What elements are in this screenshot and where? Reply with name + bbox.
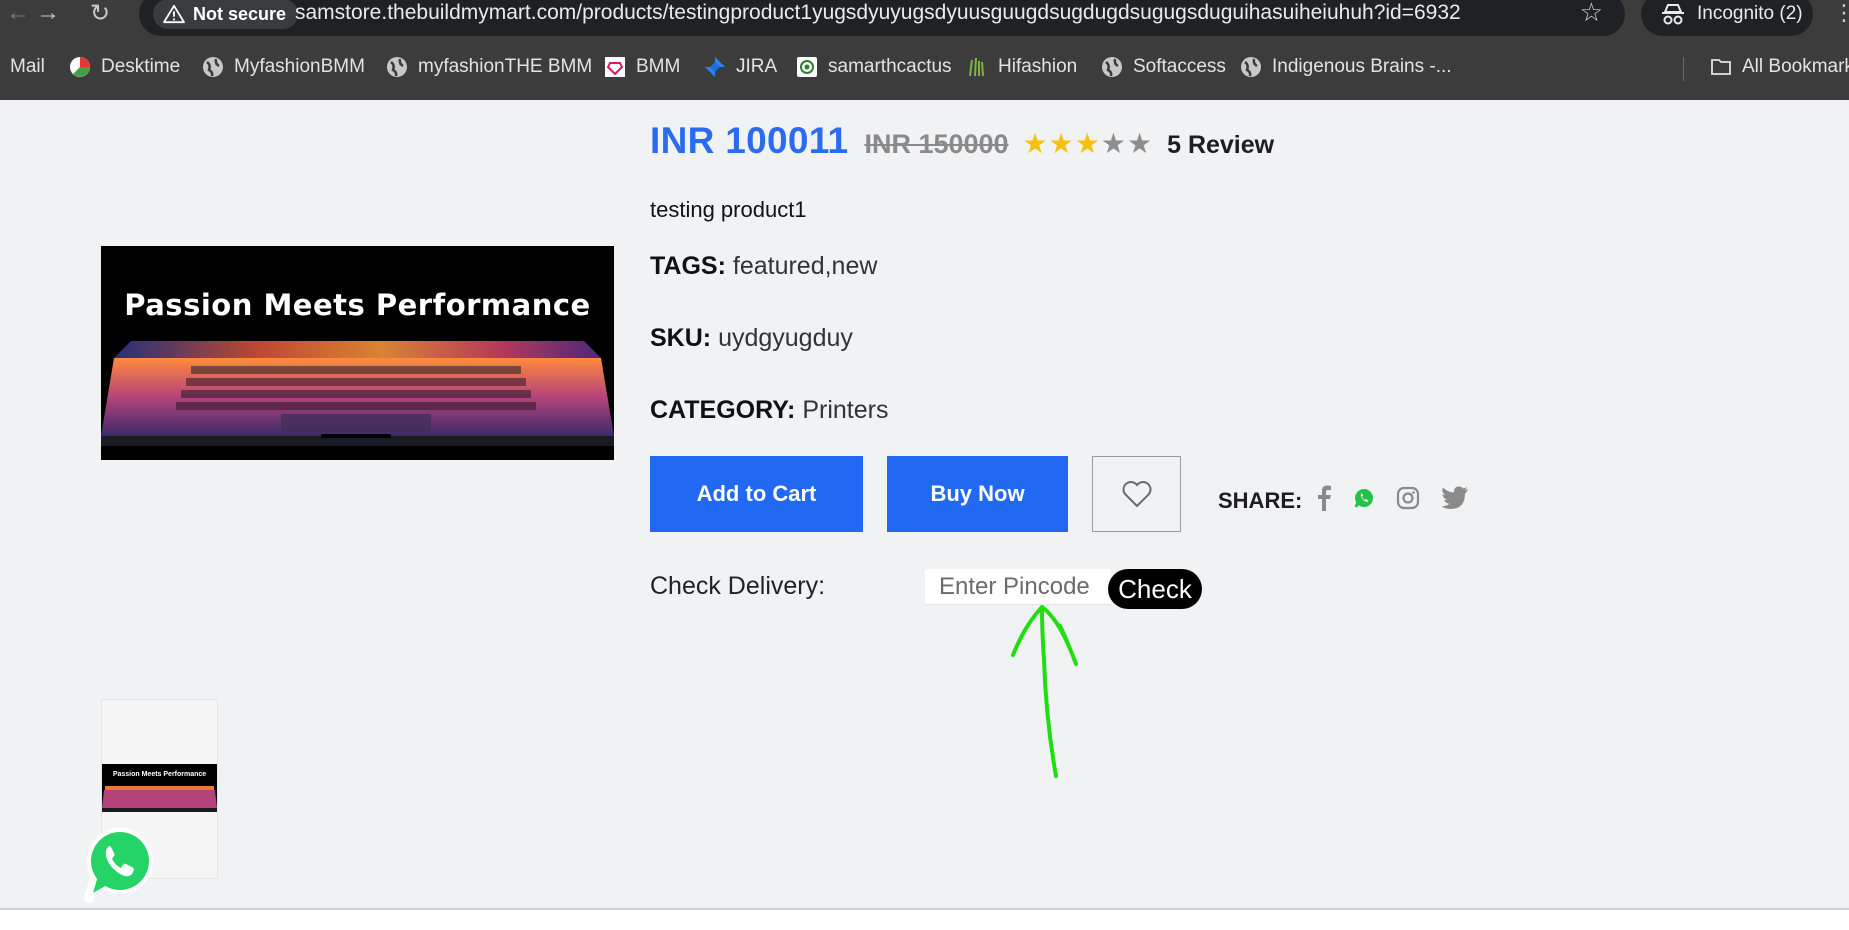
bookmark-label: JIRA: [736, 56, 778, 77]
review-count[interactable]: 5 Review: [1167, 131, 1274, 160]
check-button[interactable]: Check: [1108, 569, 1202, 609]
desktime-icon: [70, 57, 90, 77]
folder-icon: [1711, 59, 1731, 75]
globe-icon: [1102, 57, 1122, 77]
security-label: Not secure: [193, 3, 287, 24]
security-chip[interactable]: Not secure: [153, 0, 299, 29]
thumb-caption: Passion Meets Performance: [112, 771, 207, 778]
buy-now-button[interactable]: Buy Now: [887, 456, 1068, 532]
all-bookmarks[interactable]: All Bookmarks: [1710, 47, 1849, 87]
url-text[interactable]: samstore.thebuildmymart.com/products/tes…: [295, 1, 1461, 25]
incognito-icon: [1662, 4, 1684, 25]
bookmark-label: Mail: [10, 56, 45, 77]
old-price: INR 150000: [864, 129, 1009, 159]
product-page: Passion Meets Performance Passion Meets …: [0, 100, 1849, 908]
price-row: INR 100011 INR 150000 ★★★★★ 5 Review: [650, 120, 1274, 162]
bookmark-myfashion-the-bmm[interactable]: myfashionTHE BMM: [386, 47, 592, 87]
check-delivery-label: Check Delivery:: [650, 572, 826, 600]
bookmark-softaccess[interactable]: Softaccess: [1101, 47, 1226, 87]
bookmark-label: MyfashionBMM: [234, 56, 365, 77]
globe-icon: [203, 57, 223, 77]
tags-value: featured,new: [732, 252, 878, 280]
image-caption: Passion Meets Performance: [124, 288, 591, 322]
laptop-image: [101, 246, 614, 460]
star-empty-icon: ★: [1126, 128, 1154, 159]
bookmarks-bar: Mail Desktime MyfashionBMM myfashionTHE …: [0, 47, 1849, 101]
menu-icon[interactable]: ⋮: [1833, 0, 1849, 26]
bookmark-desktime[interactable]: Desktime: [69, 47, 180, 87]
category-row: CATEGORY: Printers: [650, 396, 888, 425]
bookmark-mail[interactable]: Mail: [10, 47, 45, 87]
cactus-icon: [797, 57, 817, 77]
product-main-image[interactable]: Passion Meets Performance: [101, 246, 614, 460]
incognito-chip[interactable]: Incognito (2): [1641, 0, 1813, 36]
category-value: Printers: [802, 396, 889, 424]
price: INR 100011: [650, 120, 849, 161]
star-empty-icon: ★: [1100, 128, 1127, 159]
jira-icon: [705, 57, 725, 77]
sku-label: SKU:: [650, 324, 712, 352]
share-label: SHARE:: [1218, 488, 1303, 513]
bookmark-label: Hifashion: [998, 56, 1078, 77]
bookmark-bmm[interactable]: BMM: [604, 47, 680, 87]
bookmark-label: Indigenous Brains -...: [1272, 56, 1452, 77]
bookmark-samarthcactus[interactable]: samarthcactus: [796, 47, 952, 87]
bookmark-label: myfashionTHE BMM: [418, 56, 593, 77]
bookmark-hifashion[interactable]: Hifashion: [966, 47, 1077, 87]
address-bar[interactable]: Not secure samstore.thebuildmymart.com/p…: [139, 0, 1625, 36]
reload-icon[interactable]: ↻: [82, 0, 118, 27]
bookmark-label: Softaccess: [1133, 56, 1226, 77]
star-filled-icon: ★: [1048, 128, 1075, 159]
facebook-icon[interactable]: [1310, 484, 1338, 512]
instagram-icon[interactable]: [1394, 484, 1422, 512]
whatsapp-share-icon[interactable]: [1350, 484, 1378, 512]
heart-icon: [1122, 481, 1151, 508]
globe-icon: [1241, 57, 1261, 77]
bookmark-star-icon[interactable]: ☆: [1580, 0, 1603, 28]
product-thumbnail[interactable]: Passion Meets Performance: [102, 764, 217, 812]
whatsapp-icon: [84, 828, 153, 903]
add-to-cart-button[interactable]: Add to Cart: [650, 456, 863, 532]
browser-toolbar: ← → ↻ Not secure samstore.thebuildmymart…: [0, 0, 1849, 47]
product-name: testing product1: [650, 197, 807, 222]
bookmark-separator: [1683, 57, 1684, 81]
bookmark-label: Desktime: [101, 56, 181, 77]
incognito-label: Incognito (2): [1697, 3, 1803, 24]
star-filled-icon: ★: [1022, 128, 1049, 159]
star-filled-icon: ★: [1074, 128, 1101, 159]
bookmark-indigenous-brains[interactable]: Indigenous Brains -...: [1240, 47, 1452, 87]
twitter-icon[interactable]: [1441, 484, 1469, 512]
wishlist-button[interactable]: [1092, 456, 1181, 532]
pincode-input[interactable]: [925, 569, 1111, 605]
rating-stars: ★★★★★: [1023, 127, 1154, 160]
page-footer-edge: [0, 908, 1849, 930]
warning-icon: [163, 4, 185, 24]
tags-row: TAGS: featured,new: [650, 252, 877, 281]
sku-value: uydgyugduy: [718, 324, 853, 352]
bmm-icon: [605, 57, 625, 77]
bookmark-label: BMM: [636, 56, 681, 77]
whatsapp-float-button[interactable]: [77, 823, 157, 903]
category-label: CATEGORY:: [650, 396, 796, 424]
bookmark-myfashionbmm[interactable]: MyfashionBMM: [202, 47, 365, 87]
bookmark-label: samarthcactus: [828, 56, 952, 77]
all-bookmarks-label: All Bookmarks: [1742, 56, 1849, 77]
globe-icon: [387, 57, 407, 77]
forward-icon[interactable]: →: [30, 0, 66, 26]
hifashion-icon: [969, 57, 984, 77]
sku-row: SKU: uydgyugduy: [650, 324, 853, 353]
bookmark-jira[interactable]: JIRA: [704, 47, 777, 87]
tags-label: TAGS:: [650, 252, 726, 280]
